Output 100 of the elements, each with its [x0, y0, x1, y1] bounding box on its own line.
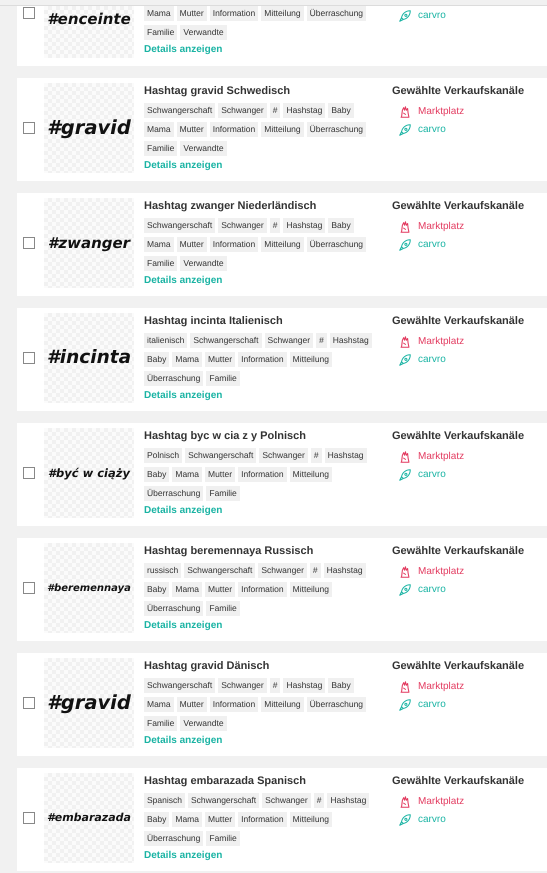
channels-heading: Gewählte Verkaufskanäle [392, 85, 524, 98]
product-title: Hashtag zwanger Niederländisch [144, 200, 318, 213]
row-checkbox[interactable] [23, 7, 35, 19]
tag-chip: Verwandte [180, 256, 227, 271]
channel-name[interactable]: carvro [418, 354, 446, 366]
product-title: Hashtag byc w cia z y Polnisch [144, 430, 307, 443]
product-title: Hashtag incinta Italienisch [144, 315, 284, 328]
details-link[interactable]: Details anzeigen [144, 620, 222, 632]
hashtag-text: #beremennaya [47, 582, 131, 594]
details-link[interactable]: Details anzeigen [144, 505, 222, 517]
row-checkbox[interactable] [23, 697, 35, 709]
channels-heading: Gewählte Verkaufskanäle [392, 775, 524, 788]
hashtag-text: #zwanger [48, 234, 130, 252]
tag-chip: Familie [206, 601, 240, 616]
tag-chip: Verwandte [180, 25, 227, 40]
tag-chip: Mama [144, 6, 174, 21]
row-checkbox[interactable] [23, 352, 35, 364]
channel-name[interactable]: Marktplatz [418, 221, 464, 233]
tag-chip: Hashstag [283, 218, 326, 233]
details-link[interactable]: Details anzeigen [144, 735, 222, 747]
channel-name[interactable]: Marktplatz [418, 566, 464, 578]
tag-chip: Mitteilung [261, 122, 304, 137]
tag-chip: Familie [206, 371, 240, 386]
row-checkbox[interactable] [23, 122, 35, 134]
row-checkbox[interactable] [23, 582, 35, 594]
channel-name[interactable]: Marktplatz [418, 336, 464, 348]
tag-chip: Schwangerschaft [144, 218, 216, 233]
tag-chip: Information [210, 6, 258, 21]
tag-chip: Baby [144, 467, 170, 482]
channel-name[interactable]: carvro [418, 239, 446, 251]
row-checkbox[interactable] [23, 812, 35, 824]
tag-chip: # [270, 678, 280, 693]
details-link[interactable]: Details anzeigen [144, 160, 222, 172]
channel-name[interactable]: carvro [418, 814, 446, 826]
product-title: Hashtag beremennaya Russisch [144, 545, 314, 558]
tag-chip: Schwangerschaft [144, 103, 216, 118]
tag-chip: italienisch [144, 333, 188, 348]
tag-chip: Überraschung [306, 697, 366, 712]
tag-chip: Mutter [176, 6, 207, 21]
tag-chip: Baby [328, 103, 354, 118]
channels-heading: Gewählte Verkaufskanäle [392, 200, 524, 213]
channel-name[interactable]: carvro [418, 124, 446, 136]
tag-chip: Familie [206, 831, 240, 846]
tag-chip: Baby [144, 812, 170, 827]
details-link[interactable]: Details anzeigen [144, 390, 222, 402]
channel-name[interactable]: carvro [418, 469, 446, 481]
tag-chip: russisch [144, 563, 182, 578]
tag-chip: # [314, 793, 324, 808]
tag-chip: Information [210, 697, 258, 712]
channel-name[interactable]: carvro [418, 699, 446, 711]
tag-chip: Überraschung [144, 601, 204, 616]
tag-chip: Mitteilung [261, 697, 304, 712]
tag-chip: Mitteilung [290, 812, 332, 827]
channels-heading: Gewählte Verkaufskanäle [392, 315, 524, 328]
details-link[interactable]: Details anzeigen [144, 850, 222, 862]
tag-chip: Überraschung [144, 486, 204, 501]
tag-chip: Information [238, 582, 287, 597]
hashtag-text: #enceinte [47, 11, 131, 28]
row-checkbox[interactable] [23, 237, 35, 249]
tag-chip: Baby [328, 218, 354, 233]
tag-chip: Polnisch [144, 448, 182, 463]
channel-name[interactable]: carvro [418, 10, 446, 22]
channel-name[interactable]: Marktplatz [418, 451, 464, 463]
tag-chip: Schwanger [218, 678, 267, 693]
tag-chip: Mutter [176, 237, 207, 252]
channel-name[interactable]: carvro [418, 584, 446, 596]
tag-chip: Mama [172, 352, 202, 367]
tag-chip: Mama [172, 467, 202, 482]
tag-chip: Schwangerschaft [188, 793, 260, 808]
row-checkbox[interactable] [23, 467, 35, 479]
details-link[interactable]: Details anzeigen [144, 44, 222, 56]
tag-chip: Mitteilung [290, 467, 332, 482]
tag-chip: Mitteilung [290, 352, 332, 367]
tag-chip: # [270, 103, 280, 118]
tag-chip: Verwandte [180, 141, 227, 156]
hashtag-text: #gravid [47, 692, 131, 714]
tag-chip: # [310, 563, 321, 578]
tag-chip: Überraschung [144, 371, 204, 386]
channel-name[interactable]: Marktplatz [418, 681, 464, 693]
hashtag-text: #być w ciąży [48, 466, 130, 480]
tag-chip: Hashstag [324, 563, 366, 578]
tag-chip: Baby [144, 582, 170, 597]
tag-chip: Information [238, 467, 287, 482]
product-title: Hashtag embarazada Spanisch [144, 775, 308, 788]
tag-chip: Mitteilung [290, 582, 332, 597]
channel-name[interactable]: Marktplatz [418, 106, 464, 118]
tag-chip: Schwanger [258, 563, 307, 578]
details-link[interactable]: Details anzeigen [144, 275, 222, 287]
tag-chip: Information [238, 352, 287, 367]
tag-chip: Familie [144, 716, 178, 731]
tag-chip: # [270, 218, 280, 233]
channel-name[interactable]: Marktplatz [418, 796, 464, 808]
tag-chip: Überraschung [306, 6, 366, 21]
tag-chip: Schwanger [218, 218, 267, 233]
tag-chip: Hashstag [283, 678, 326, 693]
tag-chip: Schwangerschaft [185, 448, 256, 463]
tag-chip: Information [210, 122, 258, 137]
tag-chip: Verwandte [180, 716, 227, 731]
tag-chip: Hashstag [330, 333, 372, 348]
tag-chip: Mitteilung [261, 6, 304, 21]
